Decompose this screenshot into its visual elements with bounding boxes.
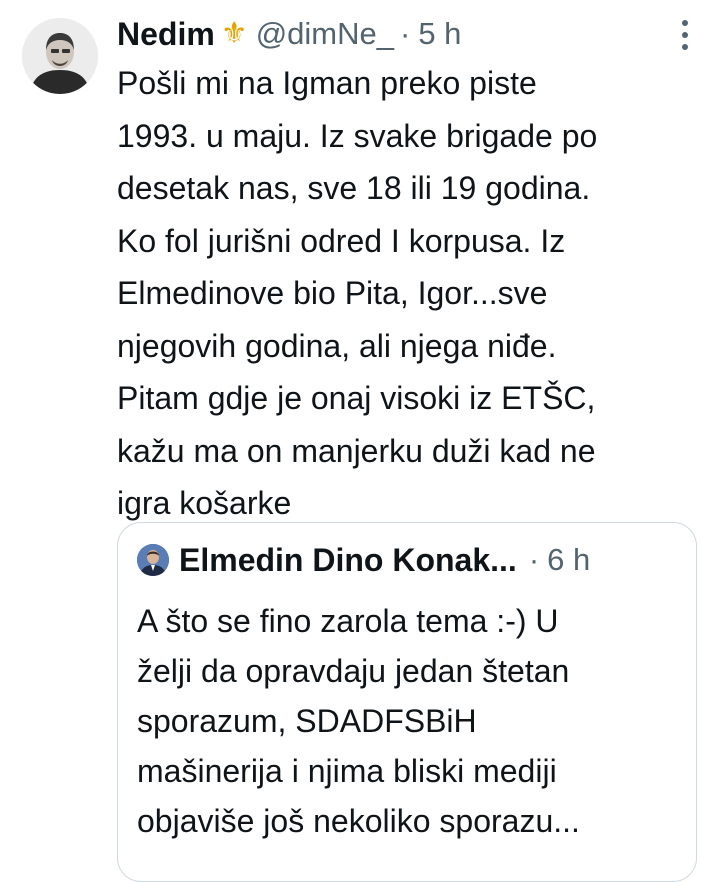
quoted-author-avatar[interactable] — [137, 544, 169, 576]
tweet-text: Pošli mi na Igman preko piste 1993. u ma… — [117, 65, 598, 521]
dot — [682, 32, 688, 38]
author-name[interactable]: Nedim — [117, 16, 215, 53]
quoted-author-name[interactable]: Elmedin Dino Konak... — [179, 542, 517, 579]
tweet-timestamp[interactable]: 5 h — [418, 16, 461, 52]
user-avatar-icon — [137, 544, 169, 576]
user-avatar-icon — [22, 18, 98, 94]
quoted-tweet-header: Elmedin Dino Konak... · 6 h — [137, 540, 590, 580]
quoted-tweet-card[interactable]: Elmedin Dino Konak... · 6 h A što se fin… — [117, 522, 697, 882]
separator-dot: · — [400, 16, 411, 51]
quoted-tweet-timestamp[interactable]: 6 h — [547, 542, 590, 578]
fleur-de-lis-icon: ⚜ — [220, 17, 248, 50]
tweet-header: Nedim ⚜ @dimNe_ · 5 h — [117, 10, 461, 58]
separator-dot: · — [528, 542, 540, 577]
more-options-icon[interactable] — [680, 20, 690, 50]
author-avatar[interactable] — [22, 18, 98, 94]
author-handle[interactable]: @dimNe_ — [256, 16, 394, 52]
quoted-tweet-text: A što se fino zarola tema :-) U želji da… — [137, 603, 580, 839]
dot — [682, 44, 688, 50]
dot — [682, 20, 688, 26]
